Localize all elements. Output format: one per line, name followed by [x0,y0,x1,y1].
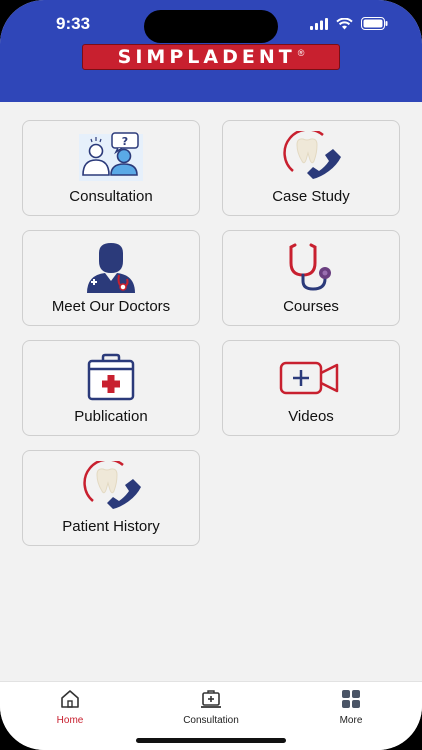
doctor-icon [87,243,135,293]
dynamic-island [144,10,278,43]
menu-card-consultation[interactable]: ? Consultation [22,120,200,216]
menu-card-videos[interactable]: Videos [222,340,400,436]
tab-more[interactable]: More [306,688,396,726]
video-camera-icon [279,361,339,395]
stethoscope-icon [289,243,331,291]
signal-icon [310,17,328,30]
status-time: 9:33 [56,14,91,33]
menu-card-patient-history[interactable]: Patient History [22,450,200,546]
registered-mark: ® [297,48,305,58]
menu-card-label: Videos [288,408,334,425]
dental-phone-icon [283,131,341,179]
tab-home[interactable]: Home [25,688,115,726]
menu-card-label: Patient History [62,518,160,535]
menu-card-label: Case Study [272,188,350,205]
logo-text: SIMPLADENT [117,46,296,68]
menu-card-case-study[interactable]: Case Study [222,120,400,216]
dental-phone-icon [83,461,141,509]
tab-label: More [339,715,363,726]
tab-label: Home [56,715,84,726]
wifi-icon [336,17,353,29]
menu-card-label: Publication [74,408,148,425]
app-screen: SIMPLADENT ® 9:33 ? Consultation Case St… [0,0,422,750]
consultation-tab-icon [201,690,221,708]
tab-label: Consultation [183,715,239,726]
status-bar: 9:33 [0,0,422,44]
home-icon [61,690,79,708]
home-indicator[interactable] [136,738,286,743]
grid-icon [342,690,360,708]
status-icons [310,17,388,30]
menu-card-meet-our-doctors[interactable]: Meet Our Doctors [22,230,200,326]
first-aid-kit-icon [87,353,135,401]
consultation-icon: ? [79,132,143,181]
menu-card-publication[interactable]: Publication [22,340,200,436]
menu-card-label: Consultation [69,188,153,205]
menu-card-label: Courses [283,298,339,315]
tab-consultation[interactable]: Consultation [166,688,256,726]
menu-card-courses[interactable]: Courses [222,230,400,326]
battery-icon [361,17,388,30]
menu-card-label: Meet Our Doctors [51,298,171,315]
simpladent-logo: SIMPLADENT ® [82,44,340,70]
svg-text:?: ? [122,135,128,148]
